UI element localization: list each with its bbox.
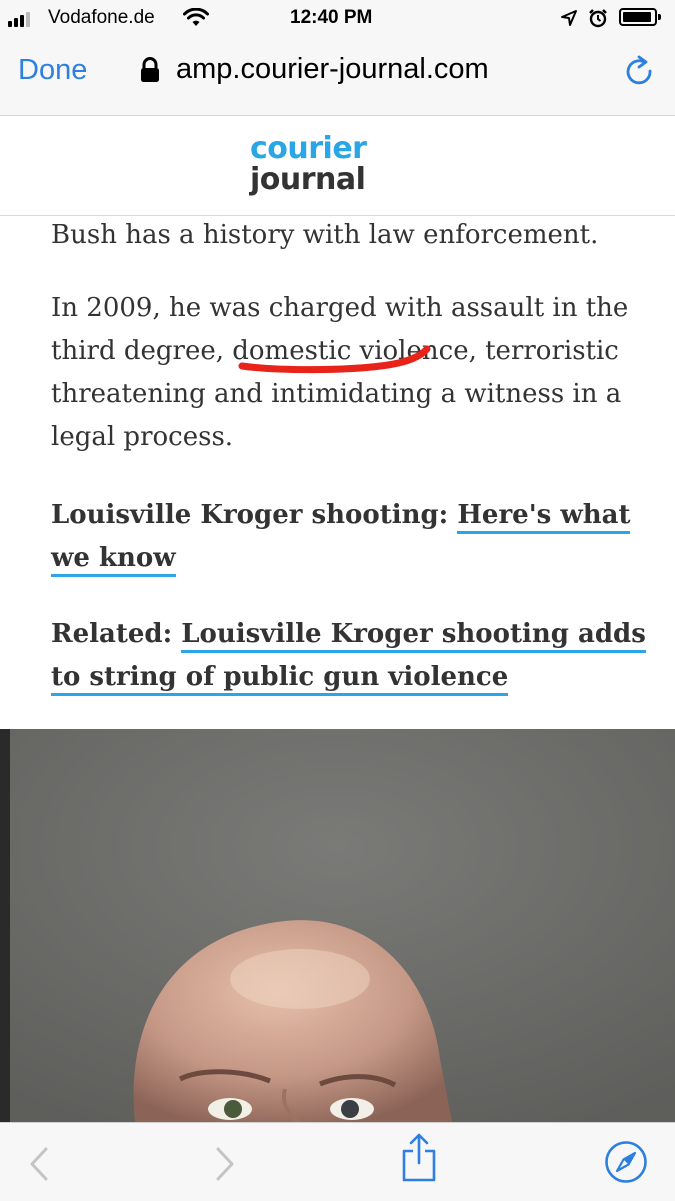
lock-icon xyxy=(141,57,159,82)
story-link-what-we-know-cont[interactable]: we know xyxy=(51,543,176,577)
article-paragraph: Bush has a history with law enforcement. xyxy=(51,220,599,250)
back-icon[interactable] xyxy=(28,1147,50,1181)
related-story-paragraph: Related: Louisville Kroger shooting adds… xyxy=(51,613,646,699)
paragraph-line: threatening and intimidating a witness i… xyxy=(51,379,622,409)
browser-nav-bar: Done amp.courier-journal.com xyxy=(0,38,675,116)
related-story-paragraph: Louisville Kroger shooting: Here's what … xyxy=(51,494,631,580)
logo-word-courier: courier xyxy=(250,131,367,166)
reload-icon[interactable] xyxy=(622,54,656,88)
paragraph-line: legal process. xyxy=(51,422,234,452)
status-time: 12:40 PM xyxy=(290,7,373,28)
mugshot-photo xyxy=(0,729,675,1122)
site-logo[interactable]: courier journal xyxy=(250,131,367,197)
story-link-gun-violence[interactable]: Louisville Kroger shooting adds xyxy=(181,619,646,653)
battery-icon xyxy=(619,8,661,26)
paragraph-line: In 2009, he was charged with assault in … xyxy=(51,293,629,323)
alarm-icon xyxy=(589,9,607,28)
browser-toolbar xyxy=(0,1122,675,1201)
logo-word-journal: journal xyxy=(250,162,366,197)
red-underline-annotation xyxy=(238,345,431,374)
carrier-name: Vodafone.de xyxy=(48,7,155,28)
location-icon xyxy=(561,10,577,26)
story-link-what-we-know[interactable]: Here's what xyxy=(457,500,631,534)
forward-icon[interactable] xyxy=(214,1147,236,1181)
url-text[interactable]: amp.courier-journal.com xyxy=(176,53,489,86)
status-bar: Vodafone.de 12:40 PM xyxy=(0,0,675,38)
related-prefix: Related: xyxy=(51,619,173,649)
done-button[interactable]: Done xyxy=(18,54,87,87)
story-prefix: Louisville Kroger shooting: xyxy=(51,500,449,530)
wifi-icon xyxy=(183,8,209,26)
safari-compass-icon[interactable] xyxy=(604,1140,648,1184)
share-icon[interactable] xyxy=(401,1133,437,1183)
story-link-gun-violence-cont[interactable]: to string of public gun violence xyxy=(51,662,509,696)
site-header: courier journal xyxy=(0,116,675,216)
